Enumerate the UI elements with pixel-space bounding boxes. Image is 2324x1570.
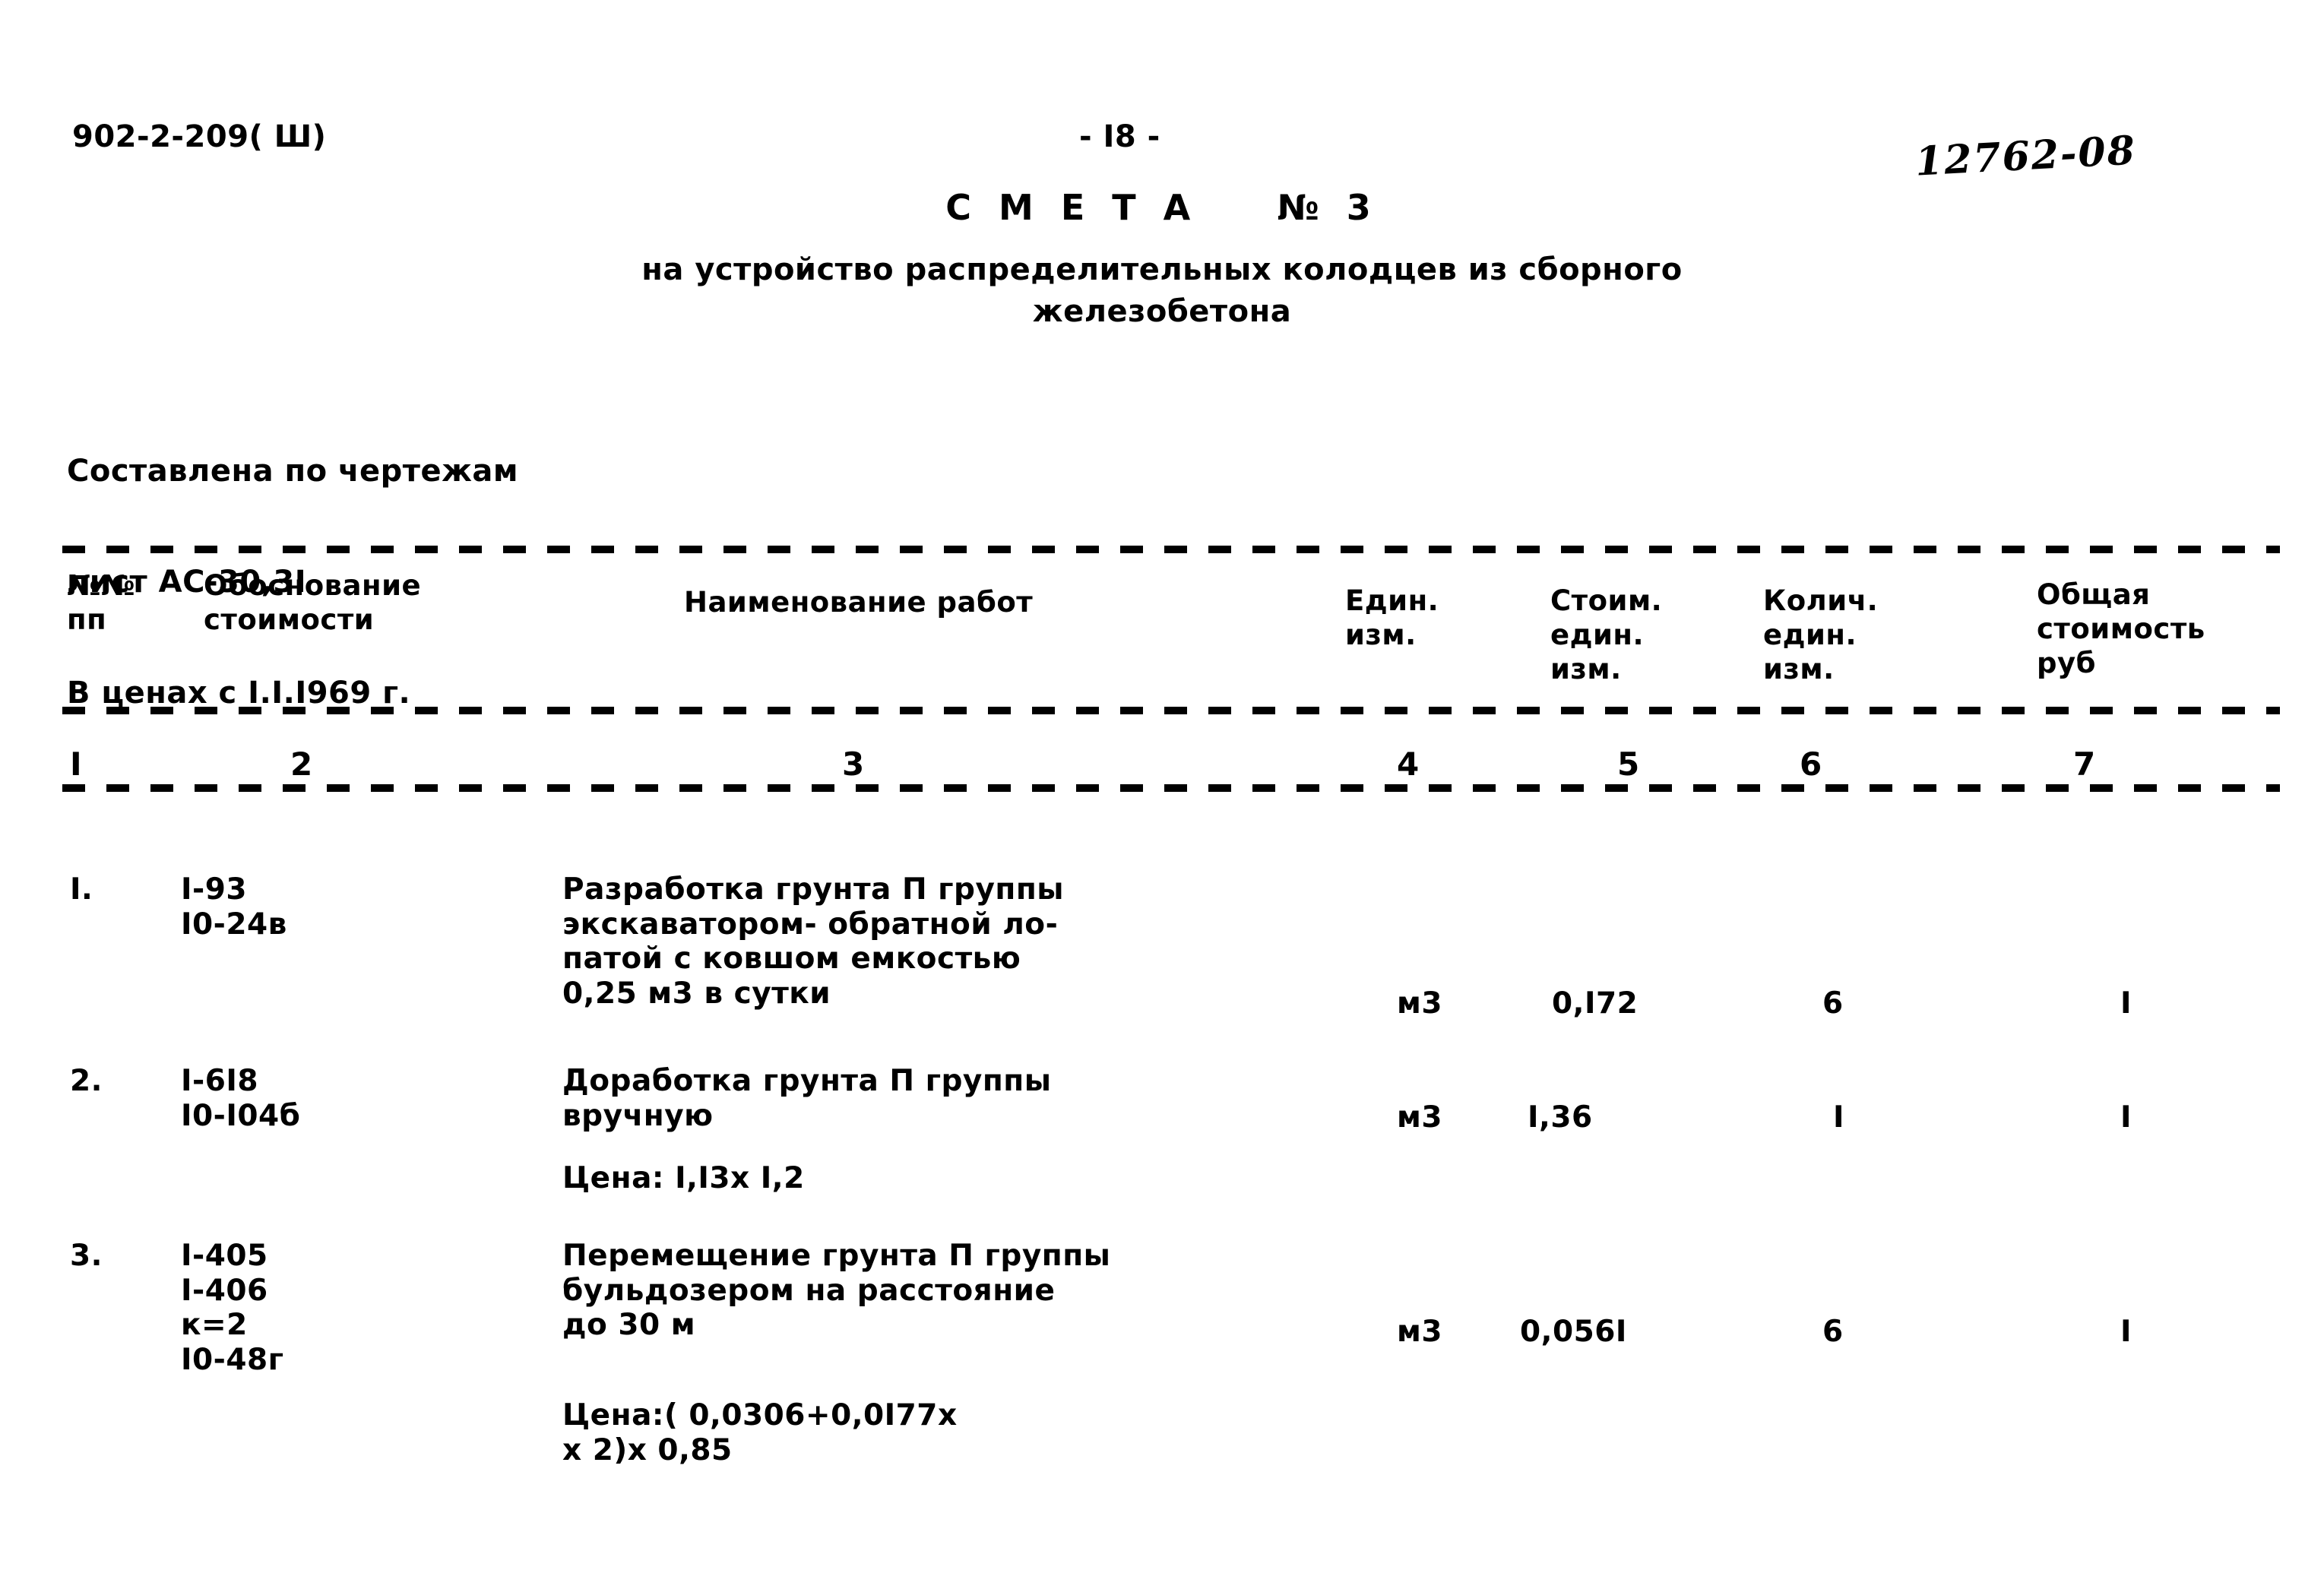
row-unit: м3: [1397, 1315, 1443, 1349]
table-row: 2.: [70, 1064, 103, 1098]
row-basis-code: I-405 I-406 к=2 I0-48г: [181, 1239, 284, 1377]
table-row: I.: [70, 872, 93, 907]
table-header-divider: [62, 707, 2280, 714]
column-number-1: I: [70, 745, 83, 783]
document-page: 902-2-209( Ш) - I8 - 12762-08 С М Е Т А …: [0, 0, 2324, 1570]
row-price-formula: Цена:( 0,0306+0,0I77х х 2)х 0,85: [562, 1398, 958, 1467]
column-header-name: Наименование работ: [684, 586, 1034, 619]
page-title: С М Е Т А № 3: [945, 187, 1379, 228]
row-unit: м3: [1397, 986, 1443, 1021]
row-unit: м3: [1397, 1100, 1443, 1135]
page-number: - I8 -: [1079, 119, 1160, 154]
row-total: I: [2120, 986, 2132, 1021]
table-columnnumbers-divider: [62, 784, 2280, 792]
column-header-basis: Обоснование стоимости: [204, 569, 422, 637]
column-header-unit-price: Стоим. един. изм.: [1550, 584, 1663, 686]
table-row: 3.: [70, 1239, 103, 1273]
column-header-unit: Един. изм.: [1345, 584, 1439, 652]
page-subtitle-line-1: на устройство распределительных колодцев…: [641, 252, 1683, 287]
column-number-4: 4: [1397, 745, 1420, 783]
column-number-2: 2: [290, 745, 313, 783]
column-header-quantity: Колич. един. изм.: [1763, 584, 1879, 686]
column-number-5: 5: [1617, 745, 1640, 783]
row-price-formula: Цена: I,I3х I,2: [562, 1161, 805, 1195]
preamble-line-1: Составлена по чертежам: [67, 453, 519, 489]
table-top-divider: [62, 546, 2280, 553]
document-code: 902-2-209( Ш): [72, 119, 327, 154]
row-unit-price: 0,I72: [1552, 986, 1639, 1021]
row-description: Перемещение грунта П группы бульдозером …: [562, 1239, 1111, 1343]
page-subtitle-line-2: железобетона: [1032, 294, 1292, 329]
row-quantity: 6: [1822, 986, 1844, 1021]
row-total: I: [2120, 1315, 2132, 1349]
row-quantity: 6: [1822, 1315, 1844, 1349]
column-header-total: Общая стоимость руб: [2037, 578, 2205, 680]
column-header-no: №№ пп: [67, 569, 136, 637]
row-description: Разработка грунта П группы экскаватором-…: [562, 872, 1065, 1011]
handwritten-archive-mark: 12762-08: [1914, 127, 2138, 185]
column-number-7: 7: [2073, 745, 2096, 783]
column-number-6: 6: [1800, 745, 1822, 783]
row-basis-code: I-93 I0-24в: [181, 872, 287, 942]
row-description: Доработка грунта П группы вручную: [562, 1064, 1052, 1133]
row-unit-price: I,36: [1528, 1100, 1593, 1135]
row-total: I: [2120, 1100, 2132, 1135]
row-unit-price: 0,056I: [1520, 1315, 1627, 1349]
row-basis-code: I-6I8 I0-I04б: [181, 1064, 301, 1133]
column-number-3: 3: [842, 745, 865, 783]
row-quantity: I: [1833, 1100, 1845, 1135]
